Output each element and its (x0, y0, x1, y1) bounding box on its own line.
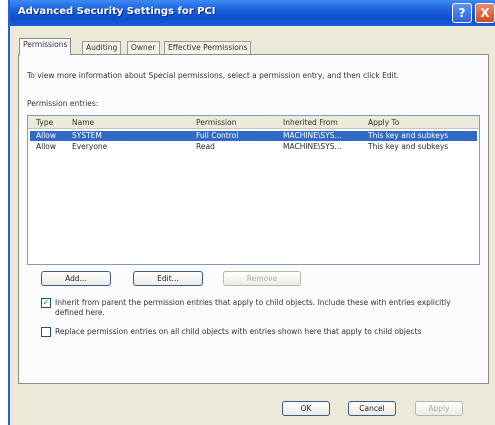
close-icon: X (480, 6, 490, 20)
info-text: To view more information about Special p… (27, 71, 400, 80)
inherit-checkbox-label[interactable]: Inherit from parent the permission entri… (55, 298, 481, 318)
permission-entries-label: Permission entries: (27, 99, 99, 108)
inherit-checkbox[interactable]: ✓ (41, 298, 51, 308)
column-header-type[interactable]: Type (36, 118, 53, 127)
permission-entries-list[interactable]: Type Name Permission Inherited From Appl… (27, 115, 480, 265)
cell-inherited-from: MACHINE\SYS... (283, 142, 342, 151)
remove-button[interactable]: Remove (223, 271, 301, 286)
table-row[interactable]: Allow SYSTEM Full Control MACHINE\SYS...… (30, 131, 477, 141)
cell-name: SYSTEM (72, 131, 102, 140)
cell-inherited-from: MACHINE\SYS... (283, 131, 342, 140)
edit-button[interactable]: Edit... (133, 271, 203, 286)
help-icon: ? (458, 6, 466, 20)
list-header: Type Name Permission Inherited From Appl… (28, 116, 479, 129)
cell-permission: Full Control (196, 131, 239, 140)
cell-name: Everyone (72, 142, 108, 151)
cell-permission: Read (196, 142, 215, 151)
window-title: Advanced Security Settings for PCI (18, 6, 216, 17)
table-row[interactable]: Allow Everyone Read MACHINE\SYS... This … (30, 142, 477, 152)
apply-button[interactable]: Apply (415, 401, 463, 416)
column-header-permission[interactable]: Permission (196, 118, 236, 127)
cell-apply-to: This key and subkeys (368, 131, 449, 140)
cell-type: Allow (36, 131, 57, 140)
permissions-panel: To view more information about Special p… (18, 54, 489, 384)
title-bar[interactable]: Advanced Security Settings for PCI ? X (10, 0, 495, 26)
advanced-security-window: Advanced Security Settings for PCI ? X P… (8, 0, 495, 425)
tab-effective-permissions[interactable]: Effective Permissions (164, 41, 252, 54)
add-button[interactable]: Add... (41, 271, 111, 286)
tab-auditing[interactable]: Auditing (82, 41, 122, 54)
replace-checkbox[interactable] (41, 327, 51, 337)
help-button[interactable]: ? (452, 3, 472, 23)
tab-permissions[interactable]: Permissions (19, 38, 72, 55)
tab-owner[interactable]: Owner (127, 41, 160, 54)
column-header-apply-to[interactable]: Apply To (368, 118, 399, 127)
ok-button[interactable]: OK (282, 401, 330, 416)
cell-type: Allow (36, 142, 57, 151)
close-button[interactable]: X (475, 3, 495, 23)
cell-apply-to: This key and subkeys (368, 142, 449, 151)
column-header-inherited-from[interactable]: Inherited From (283, 118, 338, 127)
replace-checkbox-label[interactable]: Replace permission entries on all child … (55, 327, 481, 337)
cancel-button[interactable]: Cancel (348, 401, 396, 416)
column-header-name[interactable]: Name (72, 118, 94, 127)
